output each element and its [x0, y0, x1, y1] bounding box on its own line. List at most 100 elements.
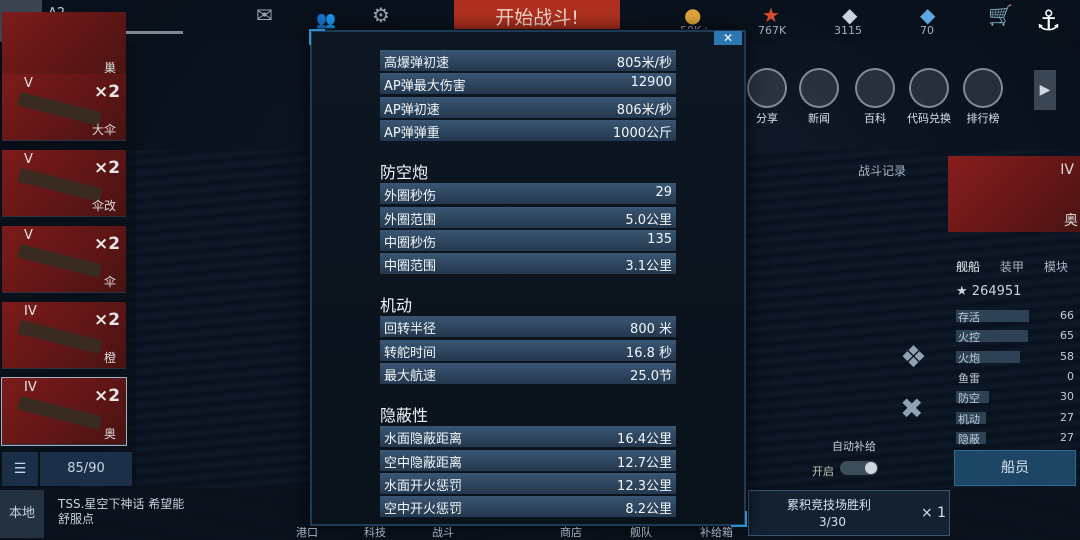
gear-icon[interactable]: ⚙ — [372, 3, 390, 27]
battle-record-link[interactable]: 战斗记录 — [858, 162, 906, 179]
stat-value: 805米/秒 — [616, 56, 672, 71]
ship-count: ×2 — [94, 234, 121, 254]
stat-value: 3.1公里 — [625, 259, 672, 275]
stat-label: AP弹弹重 — [384, 125, 440, 141]
leaderboard-button[interactable]: 排行榜 — [960, 68, 1006, 126]
bottom-nav-item[interactable]: 舰队 — [630, 524, 652, 540]
share-icon — [747, 68, 787, 108]
arena-progress: 3/30 — [819, 515, 846, 529]
ship-icon — [17, 168, 103, 202]
close-icon[interactable]: ✕ — [714, 31, 742, 45]
port-slot-count: 85/90 — [40, 452, 132, 486]
list-item[interactable]: V ×2 伞改 — [2, 150, 126, 217]
stat-value: 58 — [1060, 349, 1074, 363]
stat-row: 机动 27 — [956, 410, 1074, 426]
star-value: 767K — [758, 24, 787, 37]
ship-name: 伞 — [103, 275, 116, 289]
stat-label: 转舵时间 — [384, 345, 437, 361]
stat-label: 机动 — [958, 412, 980, 426]
stat-value: 12900 — [630, 75, 672, 91]
diamond-value: 3115 — [834, 24, 862, 37]
stat-value: 27 — [1060, 410, 1074, 424]
auto-supply-label: 自动补给 — [832, 440, 876, 453]
news-label: 新闻 — [808, 112, 830, 125]
ship-tier: V — [24, 152, 33, 167]
ship-count: ×2 — [94, 158, 121, 178]
tab-ship[interactable]: 舰船 — [956, 258, 980, 275]
news-button[interactable]: 新闻 — [796, 68, 842, 126]
stat-value: 1000公斤 — [612, 125, 672, 141]
stat-row: 隐蔽 27 — [956, 431, 1074, 446]
ship-list: 巢 V ×2 大伞 V ×2 伞改 V ×2 伞 IV ×2 橙 IV ×2 奥 — [0, 12, 136, 488]
corner-decoration — [731, 511, 747, 527]
mail-icon[interactable]: ✉ — [256, 3, 273, 27]
rank-badge-icon[interactable]: ❖ — [900, 340, 927, 375]
score-value: 264951 — [971, 284, 1022, 299]
list-item-selected[interactable]: IV ×2 奥 — [1, 377, 127, 446]
stat-label: 存活 — [958, 311, 980, 324]
stat-row: 水面开火惩罚 12.3公里 — [380, 472, 676, 495]
menu-next-arrow-icon[interactable]: ▶ — [1034, 70, 1056, 110]
stat-row: AP弹最大伤害 12900 — [380, 73, 676, 96]
stat-value: 800 米 — [630, 322, 672, 338]
shop-cart-icon[interactable]: 🛒 — [988, 3, 1013, 27]
list-item[interactable]: 巢 — [2, 12, 126, 79]
stat-row: 中圈范围 3.1公里 — [380, 253, 676, 276]
ship-name: 伞改 — [91, 199, 116, 213]
list-item[interactable]: IV ×2 橙 — [2, 302, 126, 369]
stat-row: 防空 30 — [956, 390, 1074, 405]
share-label: 分享 — [756, 112, 778, 125]
list-view-icon[interactable]: ☰ — [2, 452, 38, 486]
bottom-nav-item[interactable]: 港口 — [296, 524, 318, 540]
ship-count: ×2 — [94, 82, 121, 102]
stat-value: 12.7公里 — [617, 455, 672, 471]
tab-modules[interactable]: 模块 — [1044, 258, 1068, 275]
tab-armor[interactable]: 装甲 — [1000, 258, 1024, 275]
wiki-button[interactable]: 百科 — [852, 68, 898, 126]
ship-count: ×2 — [94, 310, 121, 330]
share-button[interactable]: 分享 — [744, 68, 790, 126]
auto-supply-toggle[interactable] — [840, 461, 878, 475]
bottom-nav-item[interactable]: 商店 — [560, 524, 582, 540]
list-item[interactable]: V ×2 伞 — [2, 226, 126, 293]
friends-icon[interactable]: 👥 — [316, 10, 336, 29]
repair-tools-icon[interactable]: ✖ — [900, 392, 923, 425]
stat-row: AP弹初速 806米/秒 — [380, 96, 676, 119]
anchor-icon[interactable]: ⚓ — [1036, 4, 1061, 37]
stats-scroll-area[interactable]: 高爆弹初速 805米/秒 AP弹最大伤害 12900 AP弹初速 806米/秒 AP弹弹重 1… — [378, 34, 678, 518]
bottom-nav-item[interactable]: 科技 — [364, 524, 386, 540]
list-item[interactable]: V ×2 大伞 — [2, 74, 126, 141]
stat-label: 中圈范围 — [384, 259, 437, 275]
auto-supply-state: 开启 — [812, 465, 834, 478]
bottom-nav-item[interactable]: 补给箱 — [700, 524, 733, 540]
crystal-value: 70 — [920, 24, 934, 37]
stat-value: 65 — [1060, 329, 1074, 343]
crew-button[interactable]: 船员 — [954, 450, 1076, 486]
ship-icon — [17, 92, 103, 126]
stat-value: 25.0节 — [630, 369, 672, 384]
stat-row: AP弹弹重 1000公斤 — [380, 119, 676, 142]
arena-multiplier: × 1 — [921, 505, 947, 521]
redeem-icon — [909, 68, 949, 108]
stat-label: 回转半径 — [384, 322, 437, 338]
stat-row: 火控 65 — [956, 329, 1074, 344]
stat-value: 66 — [1060, 309, 1074, 322]
ship-tier: IV — [1060, 162, 1074, 178]
arena-progress-panel[interactable]: 累积竞技场胜利 3/30 × 1 — [748, 490, 950, 536]
stat-label: AP弹最大伤害 — [384, 79, 466, 95]
chat-channel-local[interactable]: 本地 — [0, 490, 44, 538]
ship-name: 奥 — [103, 427, 116, 441]
stat-row: 高爆弹初速 805米/秒 — [380, 50, 676, 72]
stat-label: 隐蔽 — [958, 432, 980, 446]
stat-row: 外圈秒伤 29 — [380, 183, 676, 206]
ship-tier: IV — [24, 380, 37, 395]
wiki-icon — [855, 68, 895, 108]
redeem-code-button[interactable]: 代码兑换 — [906, 68, 952, 126]
news-icon — [799, 68, 839, 108]
selected-ship-card[interactable]: IV 奥 — [948, 156, 1080, 232]
stat-label: AP弹初速 — [384, 102, 440, 118]
chat-message[interactable]: TSS.星空下神话 希望能舒服点 — [58, 497, 188, 527]
bottom-nav-item[interactable]: 战斗 — [432, 524, 454, 540]
stat-label: 空中开火惩罚 — [384, 502, 463, 518]
stat-row: 最大航速 25.0节 — [380, 363, 676, 385]
